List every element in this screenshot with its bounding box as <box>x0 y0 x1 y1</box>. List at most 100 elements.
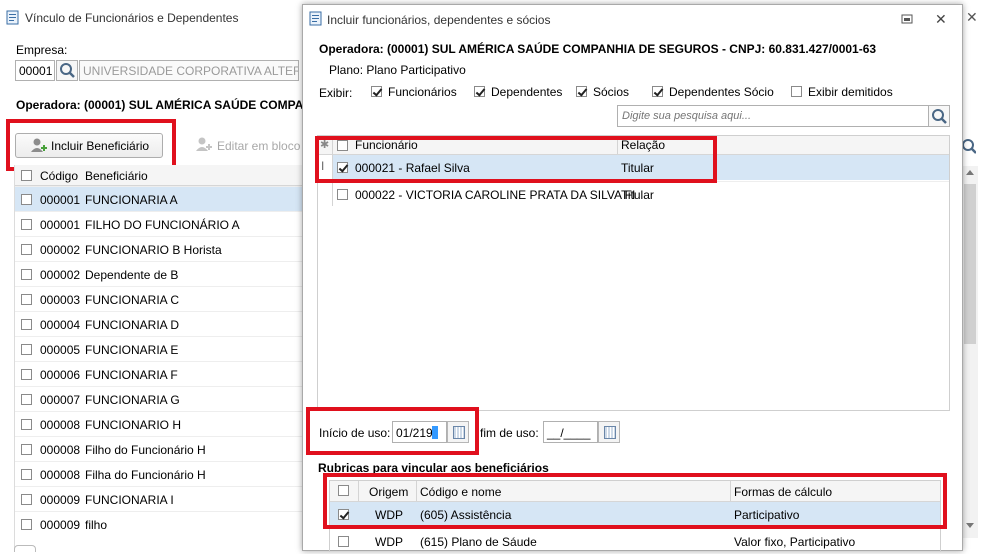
row-code: 000001 <box>40 218 81 232</box>
row-name: FUNCIONARIO H <box>85 418 181 432</box>
row-checkbox[interactable] <box>21 294 32 305</box>
filter-dependentes-socio-checkbox[interactable] <box>652 86 663 97</box>
edit-block-button[interactable]: Editar em bloco <box>193 133 303 158</box>
row-checkbox[interactable] <box>21 469 32 480</box>
row-name: FUNCIONARIA E <box>85 343 179 357</box>
row-code: 000002 <box>40 268 81 282</box>
back-scrollbar[interactable] <box>961 166 978 538</box>
rubrica-row[interactable]: WDP (615) Plano de Sáude Valor fixo, Par… <box>330 528 940 554</box>
row-name: FUNCIONARIA G <box>85 393 180 407</box>
rubricas-select-all[interactable] <box>338 485 349 496</box>
table-row[interactable]: 000004 FUNCIONARIA D <box>15 311 305 336</box>
row-checkbox[interactable] <box>21 244 32 255</box>
table-row[interactable]: 000007 FUNCIONARIA G <box>15 386 305 411</box>
text-caret <box>432 426 438 439</box>
scroll-down-arrow[interactable] <box>966 523 974 528</box>
table-row[interactable]: 000003 FUNCIONARIA C <box>15 286 305 311</box>
row-code: 000003 <box>40 293 81 307</box>
row-checkbox[interactable] <box>21 319 32 330</box>
row-code: 000002 <box>40 243 81 257</box>
app-icon <box>6 10 19 25</box>
row-checkbox[interactable] <box>21 519 32 530</box>
row-checkbox[interactable] <box>21 369 32 380</box>
row-name: FUNCIONARIA C <box>85 293 180 307</box>
table-row[interactable]: 000001 FILHO DO FUNCIONÁRIO A <box>15 211 305 236</box>
dialog-search-input[interactable] <box>617 105 929 127</box>
row-checkbox[interactable] <box>21 444 32 455</box>
empresa-code-input[interactable]: 00001 <box>15 60 55 81</box>
table-row[interactable]: 000006 FUNCIONARIA F <box>15 361 305 386</box>
col-beneficiario: Beneficiário <box>85 169 148 183</box>
scroll-up-arrow[interactable] <box>966 170 974 175</box>
row-name: Filho do Funcionário H <box>85 443 206 457</box>
row-checkbox[interactable] <box>21 194 32 205</box>
employee-row-relation: Titular <box>621 188 654 202</box>
rubrica-row-checkbox[interactable] <box>338 509 349 520</box>
table-row[interactable]: 000008 Filha do Funcionário H <box>15 461 305 486</box>
empresa-search-button[interactable] <box>56 60 78 81</box>
employee-grid-header: ✱ Funcionário Relação <box>318 136 949 155</box>
rubrica-origem: WDP <box>375 508 403 522</box>
table-row[interactable]: 000005 FUNCIONARIA E <box>15 336 305 361</box>
table-row[interactable]: 000009 FUNCIONARIA I <box>15 486 305 511</box>
edit-block-label: Editar em bloco <box>217 139 301 153</box>
row-checkbox[interactable] <box>21 269 32 280</box>
row-checkbox[interactable] <box>21 344 32 355</box>
table-row[interactable]: 000002 FUNCIONARIO B Horista <box>15 236 305 261</box>
employee-row[interactable]: 000022 - VICTORIA CAROLINE PRATA DA SILV… <box>333 181 949 207</box>
row-name: FILHO DO FUNCIONÁRIO A <box>85 218 240 232</box>
back-search-icon-stub[interactable] <box>962 137 976 155</box>
scroll-thumb[interactable] <box>964 184 976 344</box>
rubrica-row[interactable]: WDP (605) Assistência Participativo <box>330 502 940 527</box>
col-codigo: Código <box>40 169 79 183</box>
filter-dependentes-checkbox[interactable] <box>474 86 485 97</box>
row-name: FUNCIONARIO B Horista <box>85 243 222 257</box>
inicio-calendar-button[interactable] <box>447 421 469 443</box>
table-row[interactable]: 000008 Filho do Funcionário H <box>15 436 305 461</box>
include-dialog: Incluir funcionários, dependentes e sóci… <box>302 4 963 552</box>
filter-socios-label: Sócios <box>593 85 630 99</box>
rubrica-row-checkbox[interactable] <box>338 536 349 547</box>
employee-select-all[interactable] <box>337 140 348 151</box>
fim-calendar-button[interactable] <box>598 421 620 443</box>
row-code: 000004 <box>40 318 81 332</box>
dialog-operadora: Operadora: (00001) SUL AMÉRICA SAÚDE COM… <box>319 42 877 56</box>
rubricas-grid: Origem Código e nome Formas de cálculo W… <box>329 480 941 552</box>
dialog-title: Incluir funcionários, dependentes e sóci… <box>327 13 551 27</box>
row-name: FUNCIONARIA I <box>85 493 174 507</box>
col-funcionario: Funcionário <box>355 138 418 152</box>
back-grid-select-all[interactable] <box>21 170 32 181</box>
filter-exibir-demitidos-checkbox[interactable] <box>791 86 802 97</box>
row-code: 000009 <box>40 518 81 532</box>
row-checkbox[interactable] <box>21 394 32 405</box>
fim-value: __/____ <box>547 426 591 440</box>
dialog-close-button[interactable]: ✕ <box>935 11 947 28</box>
fim-input[interactable]: __/____ <box>543 421 598 443</box>
row-checkbox[interactable] <box>21 419 32 430</box>
row-code: 000007 <box>40 393 81 407</box>
row-checkbox[interactable] <box>21 219 32 230</box>
exibir-label: Exibir: <box>319 86 353 100</box>
filter-dependentes-label: Dependentes <box>491 85 563 99</box>
filter-socios-checkbox[interactable] <box>576 86 587 97</box>
include-beneficiary-button[interactable]: Incluir Beneficiário <box>15 133 163 158</box>
table-row[interactable]: 000002 Dependente de B <box>15 261 305 286</box>
filter-funcionarios-checkbox[interactable] <box>371 86 382 97</box>
inicio-input[interactable]: 01/219 <box>392 421 447 443</box>
table-row[interactable]: 000008 FUNCIONARIO H <box>15 411 305 436</box>
empresa-label: Empresa: <box>16 43 68 57</box>
rubricas-label: Rubricas para vincular aos beneficiários <box>318 461 549 475</box>
row-code: 000008 <box>40 418 81 432</box>
rubricas-grid-header: Origem Código e nome Formas de cálculo <box>330 481 940 502</box>
employee-row-checkbox[interactable] <box>337 189 348 200</box>
include-beneficiary-label: Incluir Beneficiário <box>51 139 150 153</box>
employee-row[interactable]: 000021 - Rafael Silva Titular <box>333 155 949 180</box>
dialog-search-button[interactable] <box>928 105 950 127</box>
back-close-icon[interactable]: ✕ <box>966 9 978 26</box>
employee-row-checkbox[interactable] <box>337 162 348 173</box>
table-row[interactable]: 000001 FUNCIONARIA A <box>15 186 305 211</box>
table-row[interactable]: 000009 filho <box>15 511 305 536</box>
row-checkbox[interactable] <box>21 494 32 505</box>
restore-button[interactable] <box>900 13 914 25</box>
row-code: 000009 <box>40 493 81 507</box>
